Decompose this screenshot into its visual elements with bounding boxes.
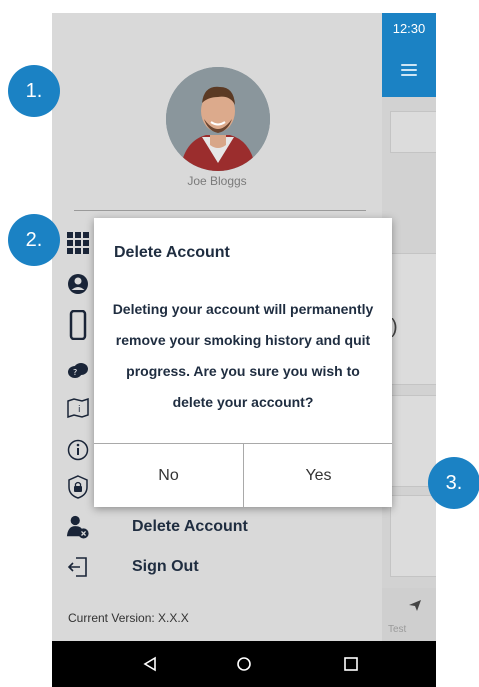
- user-name: Joe Bloggs: [187, 174, 247, 188]
- menu-label-delete-account[interactable]: Delete Account: [132, 518, 248, 536]
- callout-1: 1.: [8, 65, 60, 117]
- user-avatar[interactable]: [166, 67, 270, 171]
- chat-help-icon[interactable]: ?: [66, 359, 90, 383]
- background-card: [390, 495, 436, 577]
- status-bar: 12:30: [382, 13, 436, 43]
- info-map-icon[interactable]: i: [66, 396, 90, 420]
- background-tab-label: Test: [388, 624, 407, 635]
- background-card: ): [390, 253, 436, 385]
- delete-account-dialog: Delete Account Deleting your account wil…: [94, 218, 392, 507]
- divider: [74, 210, 366, 211]
- grid-icon[interactable]: [66, 231, 90, 255]
- recent-apps-icon[interactable]: [338, 651, 364, 677]
- dialog-message: Deleting your account will permanently r…: [94, 294, 392, 418]
- background-card: [390, 111, 436, 153]
- account-circle-icon[interactable]: [66, 272, 90, 296]
- info-icon[interactable]: [66, 438, 90, 462]
- no-button[interactable]: No: [94, 444, 243, 507]
- callout-2: 2.: [8, 214, 60, 266]
- phone-icon[interactable]: [66, 309, 90, 341]
- yes-button[interactable]: Yes: [244, 444, 393, 507]
- send-icon: [409, 600, 421, 611]
- app-header: [382, 43, 436, 97]
- callout-3: 3.: [428, 457, 479, 509]
- home-icon[interactable]: [231, 651, 257, 677]
- dialog-title: Delete Account: [114, 244, 230, 261]
- status-time: 12:30: [392, 20, 426, 36]
- app-version: Current Version: X.X.X: [68, 611, 189, 625]
- hamburger-menu-icon[interactable]: [401, 64, 417, 76]
- svg-text:i: i: [78, 405, 81, 415]
- menu-label-sign-out[interactable]: Sign Out: [132, 558, 199, 576]
- dialog-message-text: Deleting your account will permanently r…: [112, 301, 374, 410]
- background-tab-bar: Test: [382, 588, 436, 641]
- sign-out-icon[interactable]: [66, 555, 90, 579]
- delete-account-icon[interactable]: [66, 513, 90, 541]
- system-navigation-bar: [52, 641, 436, 687]
- lock-shield-icon[interactable]: [66, 475, 90, 499]
- svg-text:?: ?: [73, 368, 77, 377]
- phone-screen: 12:30 ) Test Joe Bloggs ? i Delete Accou…: [52, 13, 436, 687]
- back-icon[interactable]: [137, 651, 163, 677]
